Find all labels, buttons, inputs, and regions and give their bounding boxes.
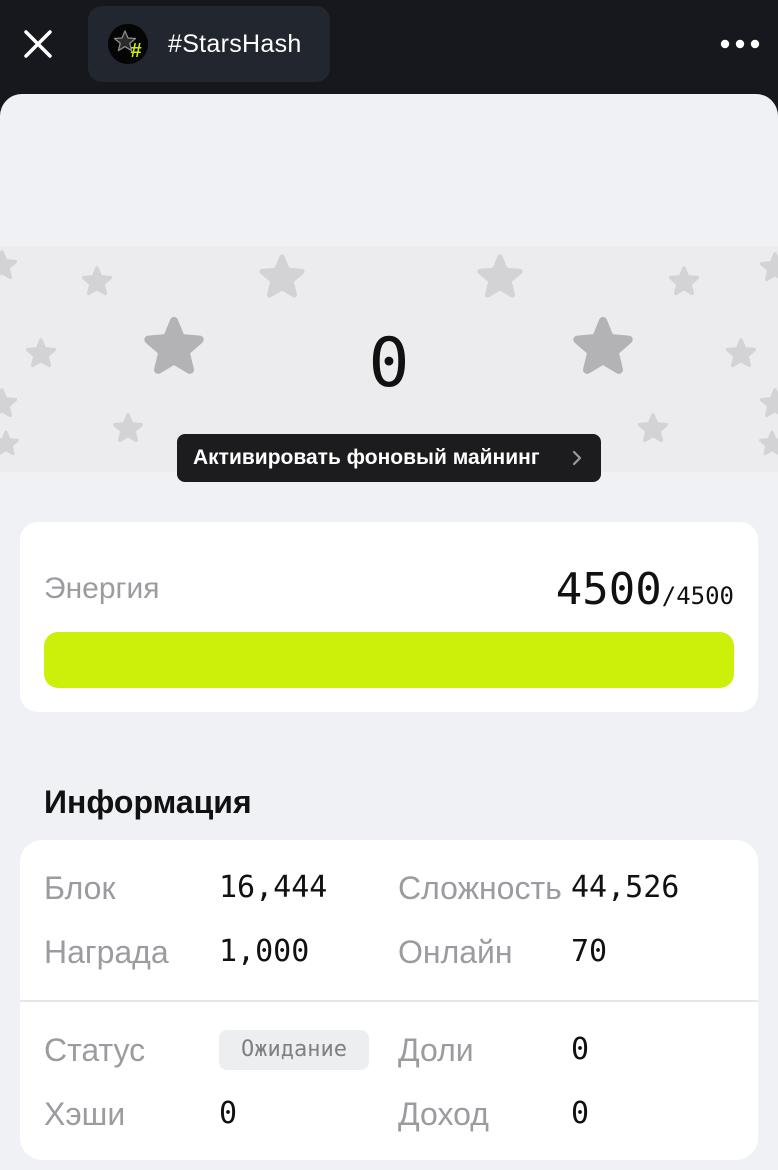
energy-label: Энергия	[44, 572, 160, 605]
energy-progress-bar	[44, 632, 734, 688]
hashes-value: 0	[219, 1096, 238, 1131]
info-divider	[20, 1000, 758, 1002]
activate-button-label: Активировать фоновый майнинг	[193, 446, 540, 469]
info-card: Блок 16,444 Сложность 44,526 Награда 1,0…	[20, 840, 758, 1160]
online-label: Онлайн	[398, 934, 513, 970]
reward-value: 1,000	[219, 934, 310, 969]
status-badge: Ожидание	[219, 1030, 369, 1070]
block-value: 16,444	[219, 870, 328, 905]
block-label: Блок	[44, 870, 116, 906]
chevron-right-icon	[572, 450, 582, 466]
more-button[interactable]	[716, 34, 764, 54]
reward-label: Награда	[44, 934, 169, 970]
close-icon	[24, 30, 52, 58]
energy-value: 4500/4500	[556, 564, 734, 615]
status-label: Статус	[44, 1032, 146, 1068]
app-title: #StarsHash	[168, 30, 302, 58]
income-value: 0	[571, 1096, 590, 1131]
main-sheet: 0 Активировать фоновый майнинг Энергия 4…	[0, 94, 778, 1170]
app-logo: #	[108, 24, 148, 64]
activate-background-mining-button[interactable]: Активировать фоновый майнинг	[177, 434, 601, 482]
app-tab[interactable]: # #StarsHash	[88, 6, 330, 82]
hashes-label: Хэши	[44, 1096, 126, 1132]
more-horizontal-icon	[720, 39, 760, 49]
shares-label: Доли	[398, 1032, 474, 1068]
close-button[interactable]	[18, 24, 58, 64]
difficulty-value: 44,526	[571, 870, 680, 905]
difficulty-label: Сложность	[398, 870, 562, 906]
star-hash-logo-icon: #	[108, 24, 148, 64]
mined-counter: 0	[368, 324, 410, 403]
energy-card: Энергия 4500/4500	[20, 522, 758, 712]
online-value: 70	[571, 934, 608, 969]
logo-hash-glyph: #	[130, 40, 141, 62]
income-label: Доход	[398, 1096, 489, 1132]
energy-max: /4500	[661, 582, 734, 610]
shares-value: 0	[571, 1032, 590, 1067]
top-bar: # #StarsHash	[0, 0, 778, 96]
energy-progress-fill	[44, 632, 734, 688]
info-section-title: Информация	[44, 784, 252, 820]
energy-current: 4500	[555, 564, 662, 615]
